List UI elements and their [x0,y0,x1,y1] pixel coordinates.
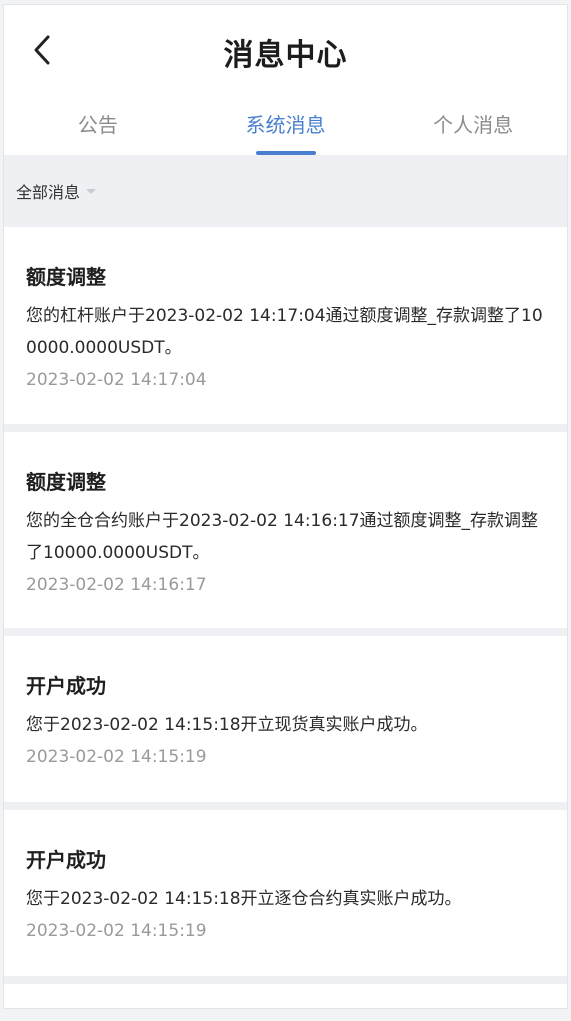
message-time: 2023-02-02 14:17:04 [26,370,207,390]
message-card[interactable]: 开户成功 您于2023-02-02 14:15:18开立逐仓合约真实账户成功。 … [4,810,567,976]
tab-system-messages[interactable]: 系统消息 [192,95,380,155]
message-body: 您的杠杆账户于2023-02-02 14:17:04通过额度调整_存款调整了10… [26,306,543,358]
message-time: 2023-02-02 14:15:19 [26,921,207,941]
message-body: 您于2023-02-02 14:15:18开立现货真实账户成功。 [26,715,428,735]
tab-bar: 公告 系统消息 个人消息 [4,95,567,155]
message-filter-dropdown[interactable]: 全部消息 [16,179,97,203]
message-title: 额度调整 [26,470,106,494]
message-title: 开户成功 [26,848,106,872]
top-nav-bar: 消息中心 [4,5,567,95]
message-card[interactable]: 额度调整 您的全仓合约账户于2023-02-02 14:16:17通过额度调整_… [4,432,567,628]
caret-down-icon [86,188,97,194]
message-body: 您于2023-02-02 14:15:18开立逐仓合约真实账户成功。 [26,889,462,909]
tab-personal-messages[interactable]: 个人消息 [379,95,567,155]
message-body: 您的全仓合约账户于2023-02-02 14:16:17通过额度调整_存款调整了… [26,511,539,563]
message-title: 额度调整 [26,265,106,289]
page-title: 消息中心 [223,38,348,73]
filter-label: 全部消息 [16,183,81,202]
filter-bar: 全部消息 [4,155,567,227]
message-time: 2023-02-02 14:16:17 [26,575,207,595]
message-card[interactable]: 额度调整 您的杠杆账户于2023-02-02 14:17:04通过额度调整_存款… [4,227,567,424]
message-card-partial [4,984,567,1008]
message-time: 2023-02-02 14:15:19 [26,747,207,767]
app-screen: 消息中心 公告 系统消息 个人消息 全部消息 额度调整 您的杠杆账户于2023-… [4,5,567,1008]
message-card[interactable]: 开户成功 您于2023-02-02 14:15:18开立现货真实账户成功。 20… [4,636,567,802]
tab-announcements[interactable]: 公告 [4,95,192,155]
message-title: 开户成功 [26,674,106,698]
